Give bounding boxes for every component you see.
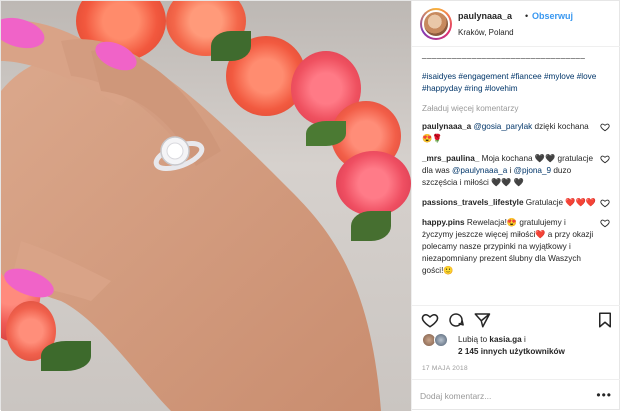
comment-author[interactable]: passions_travels_lifestyle bbox=[422, 198, 524, 207]
more-options-icon[interactable]: ••• bbox=[596, 388, 612, 402]
post-sidebar: paulynaaa_a • Obserwuj Kraków, Poland __… bbox=[411, 1, 620, 411]
comment: paulynaaa_a @gosia_parylak dzięki kochan… bbox=[422, 121, 612, 145]
liker-username[interactable]: kasia.ga bbox=[489, 335, 521, 344]
add-comment-bar: ••• bbox=[412, 379, 620, 411]
caption-separator: _________________________________ bbox=[422, 50, 586, 59]
hand-illustration bbox=[1, 17, 381, 411]
comment-author[interactable]: paulynaaa_a bbox=[422, 122, 471, 131]
caption: #isaidyes #engagement #fiancee #mylove #… bbox=[422, 71, 612, 95]
likes-prefix: Lubią to bbox=[458, 335, 490, 344]
comment: happy.pins Rewelacja!😍 gratulujemy i życ… bbox=[422, 217, 612, 277]
separator-dot: • bbox=[525, 11, 529, 21]
add-comment-input[interactable] bbox=[420, 388, 570, 404]
like-comment-heart-icon[interactable] bbox=[600, 122, 610, 132]
comment-text: Gratulacje ❤️❤️❤️ bbox=[523, 198, 596, 207]
location-link[interactable]: Kraków, Poland bbox=[458, 28, 514, 37]
comment: passions_travels_lifestyle Gratulacje ❤️… bbox=[422, 197, 612, 209]
share-icon[interactable] bbox=[473, 311, 491, 329]
like-comment-heart-icon[interactable] bbox=[600, 218, 610, 228]
post-header: paulynaaa_a • Obserwuj Kraków, Poland bbox=[412, 1, 620, 47]
avatar[interactable] bbox=[420, 8, 452, 40]
like-comment-heart-icon[interactable] bbox=[600, 154, 610, 164]
follow-button[interactable]: Obserwuj bbox=[532, 11, 573, 21]
likes-summary: Lubią to kasia.ga i 2 145 innych użytkow… bbox=[422, 333, 620, 363]
liker-avatars bbox=[422, 333, 452, 347]
instagram-post: paulynaaa_a • Obserwuj Kraków, Poland __… bbox=[0, 0, 620, 411]
avatar-image bbox=[422, 10, 450, 38]
comment-mention[interactable]: @pjona_9 bbox=[514, 166, 551, 175]
post-date: 17 MAJA 2018 bbox=[422, 365, 468, 372]
comment-author[interactable]: _mrs_paulina_ bbox=[422, 154, 479, 163]
username[interactable]: paulynaaa_a bbox=[458, 11, 512, 21]
comment-mention[interactable]: @gosia_parylak bbox=[473, 122, 532, 131]
liker-avatar[interactable] bbox=[434, 333, 448, 347]
likes-line: Lubią to kasia.ga i bbox=[458, 335, 526, 344]
action-bar bbox=[412, 305, 620, 333]
post-photo[interactable] bbox=[1, 1, 411, 411]
comment: _mrs_paulina_ Moja kochana 🖤🖤 gratulacje… bbox=[422, 153, 612, 189]
bookmark-icon[interactable] bbox=[596, 311, 614, 329]
heart-icon[interactable] bbox=[421, 311, 439, 329]
load-more-comments-button[interactable]: Załaduj więcej komentarzy bbox=[422, 104, 612, 113]
caption-hashtags[interactable]: #isaidyes #engagement #fiancee #mylove #… bbox=[422, 72, 596, 93]
like-comment-heart-icon[interactable] bbox=[600, 198, 610, 208]
comment-mention[interactable]: @paulynaaa_a bbox=[452, 166, 507, 175]
comments-section: _________________________________ #isaid… bbox=[412, 47, 620, 305]
likes-count[interactable]: 2 145 innych użytkowników bbox=[458, 347, 565, 356]
comment-author[interactable]: happy.pins bbox=[422, 218, 465, 227]
comment-icon[interactable] bbox=[447, 311, 465, 329]
likes-conj: i bbox=[521, 335, 526, 344]
